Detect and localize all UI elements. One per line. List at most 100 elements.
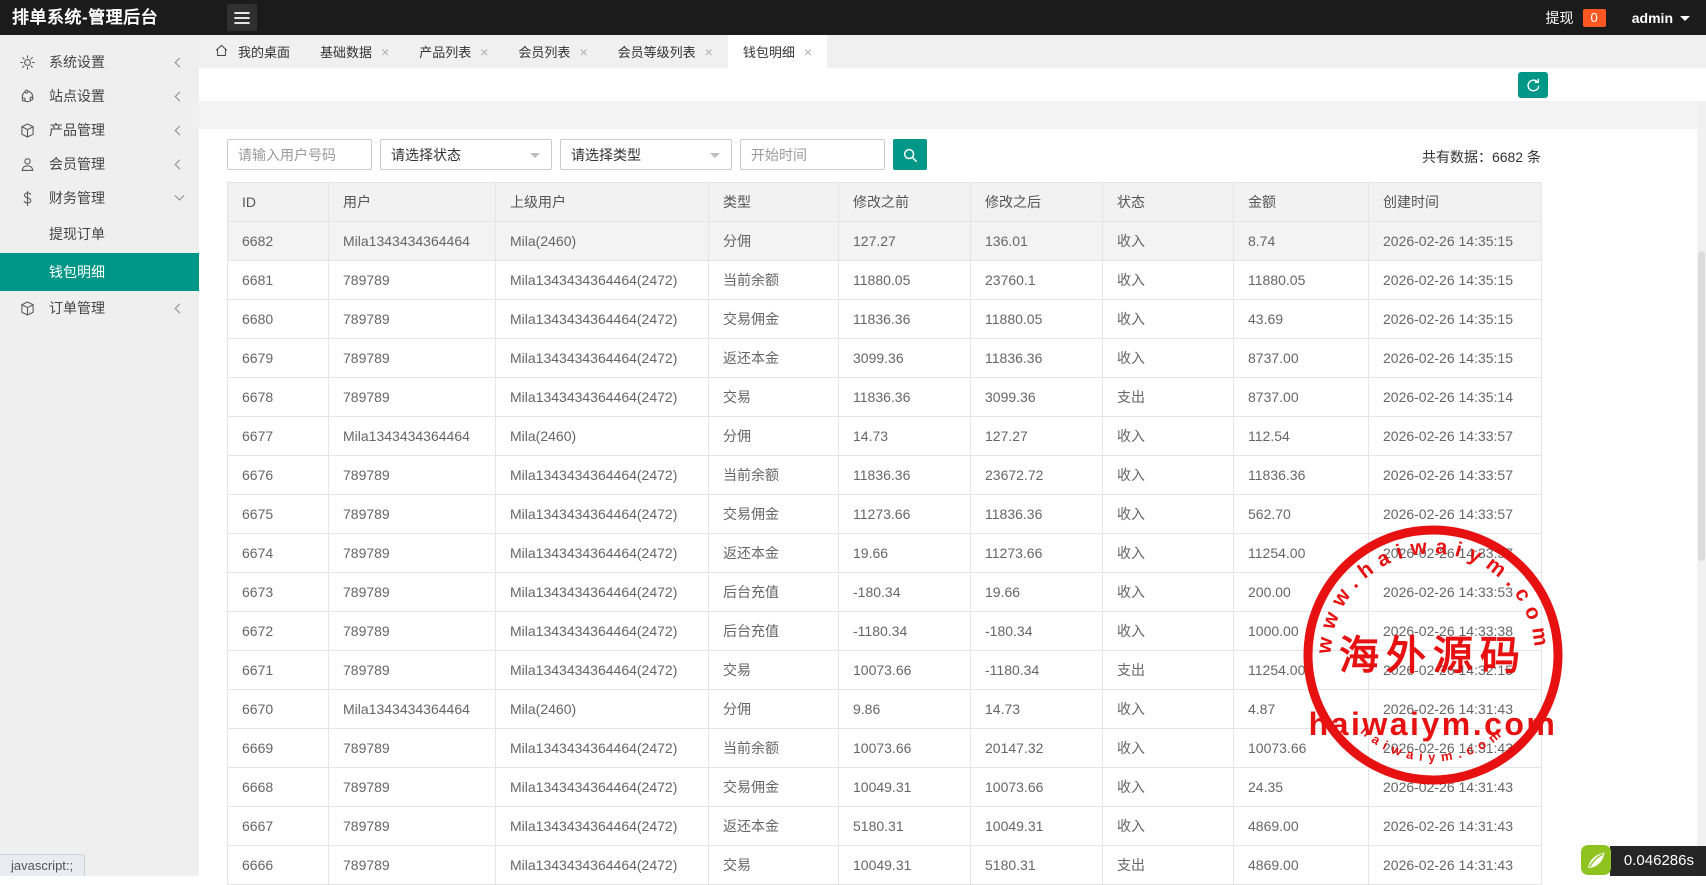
vertical-scrollbar-track[interactable]: [1697, 101, 1706, 876]
sidebar-item[interactable]: 系统设置: [0, 45, 199, 79]
table-cell: 6675: [228, 495, 329, 534]
sidebar-item-label: 订单管理: [49, 298, 176, 318]
table-cell: Mila1343434364464(2472): [496, 378, 709, 417]
toolbar: [199, 68, 1706, 101]
hamburger-icon: [234, 11, 250, 25]
gear-icon: [19, 54, 36, 71]
table-row[interactable]: 6670Mila1343434364464Mila(2460)分佣9.8614.…: [228, 690, 1542, 729]
table-row[interactable]: 6671789789Mila1343434364464(2472)交易10073…: [228, 651, 1542, 690]
app-title: 排单系统-管理后台: [12, 0, 158, 35]
table-row[interactable]: 6678789789Mila1343434364464(2472)交易11836…: [228, 378, 1542, 417]
tab-5[interactable]: 钱包明细×: [728, 35, 827, 68]
table-cell: 11880.05: [1234, 261, 1369, 300]
column-header: 上级用户: [496, 183, 709, 222]
table-row[interactable]: 6680789789Mila1343434364464(2472)交易佣金118…: [228, 300, 1542, 339]
sidebar-subitem[interactable]: 提现订单: [0, 215, 199, 253]
table-cell: 4869.00: [1234, 846, 1369, 885]
table-cell: 8.74: [1234, 222, 1369, 261]
table-cell: 当前余额: [709, 261, 839, 300]
tab-2[interactable]: 产品列表×: [404, 35, 503, 68]
sidebar-item-label: 财务管理: [49, 188, 176, 208]
table-row[interactable]: 6682Mila1343434364464Mila(2460)分佣127.271…: [228, 222, 1542, 261]
chevron-left-icon: [175, 125, 185, 135]
vertical-scrollbar-thumb[interactable]: [1698, 251, 1705, 561]
user-menu[interactable]: admin: [1632, 10, 1690, 26]
table-cell: 交易: [709, 846, 839, 885]
tab-4[interactable]: 会员等级列表×: [603, 35, 728, 68]
table-cell: 后台充值: [709, 612, 839, 651]
table-row[interactable]: 6676789789Mila1343434364464(2472)当前余额118…: [228, 456, 1542, 495]
table-row[interactable]: 6674789789Mila1343434364464(2472)返还本金19.…: [228, 534, 1542, 573]
table-row[interactable]: 6669789789Mila1343434364464(2472)当前余额100…: [228, 729, 1542, 768]
user-number-input[interactable]: [227, 139, 372, 170]
search-button[interactable]: [893, 139, 927, 170]
table-cell: 11836.36: [971, 495, 1103, 534]
sidebar-subitem-label: 提现订单: [49, 224, 105, 244]
menu-toggle-button[interactable]: [227, 4, 257, 31]
sidebar-subitem[interactable]: 钱包明细: [0, 253, 199, 291]
table-cell: 43.69: [1234, 300, 1369, 339]
table-cell: 789789: [329, 729, 496, 768]
close-tab-icon[interactable]: ×: [579, 45, 587, 59]
table-cell: Mila1343434364464(2472): [496, 495, 709, 534]
table-cell: 2026-02-26 14:33:38: [1369, 612, 1542, 651]
table-cell: 789789: [329, 573, 496, 612]
sidebar: 系统设置站点设置产品管理会员管理财务管理提现订单钱包明细订单管理: [0, 35, 199, 876]
table-cell: 11836.36: [839, 300, 971, 339]
table-cell: 789789: [329, 807, 496, 846]
table-row[interactable]: 6675789789Mila1343434364464(2472)交易佣金112…: [228, 495, 1542, 534]
sidebar-item[interactable]: 站点设置: [0, 79, 199, 113]
table-cell: 789789: [329, 339, 496, 378]
table-cell: 6680: [228, 300, 329, 339]
table-cell: 11273.66: [971, 534, 1103, 573]
table-row[interactable]: 6677Mila1343434364464Mila(2460)分佣14.7312…: [228, 417, 1542, 456]
order-icon: [19, 300, 36, 317]
table-row[interactable]: 6667789789Mila1343434364464(2472)返还本金518…: [228, 807, 1542, 846]
table-cell: 6671: [228, 651, 329, 690]
table-cell: 6676: [228, 456, 329, 495]
status-select[interactable]: 请选择状态: [380, 139, 552, 170]
close-tab-icon[interactable]: ×: [480, 45, 488, 59]
tab-label: 我的桌面: [238, 42, 290, 61]
sidebar-item[interactable]: 财务管理: [0, 181, 199, 215]
table-cell: 当前余额: [709, 729, 839, 768]
table-cell: 2026-02-26 14:31:43: [1369, 768, 1542, 807]
table-cell: 1000.00: [1234, 612, 1369, 651]
thinkphp-leaf-icon: [1580, 844, 1612, 876]
refresh-button[interactable]: [1518, 72, 1548, 98]
tab-desktop[interactable]: 我的桌面: [199, 35, 305, 68]
table-cell: 收入: [1103, 768, 1234, 807]
table-cell: Mila1343434364464(2472): [496, 456, 709, 495]
sidebar-item[interactable]: 订单管理: [0, 291, 199, 325]
table-cell: 11273.66: [839, 495, 971, 534]
table-cell: 返还本金: [709, 534, 839, 573]
table-row[interactable]: 6681789789Mila1343434364464(2472)当前余额118…: [228, 261, 1542, 300]
table-cell: 127.27: [839, 222, 971, 261]
table-cell: 789789: [329, 456, 496, 495]
chevron-down-icon: [710, 153, 720, 163]
refresh-icon: [1526, 78, 1541, 93]
type-select[interactable]: 请选择类型: [560, 139, 732, 170]
table-row[interactable]: 6679789789Mila1343434364464(2472)返还本金309…: [228, 339, 1542, 378]
table-cell: 6669: [228, 729, 329, 768]
table-cell: 11880.05: [839, 261, 971, 300]
table-row[interactable]: 6666789789Mila1343434364464(2472)交易10049…: [228, 846, 1542, 885]
table-row[interactable]: 6668789789Mila1343434364464(2472)交易佣金100…: [228, 768, 1542, 807]
table-cell: Mila1343434364464(2472): [496, 612, 709, 651]
table-cell: 4.87: [1234, 690, 1369, 729]
table-cell: Mila1343434364464(2472): [496, 300, 709, 339]
sidebar-item[interactable]: 产品管理: [0, 113, 199, 147]
table-cell: 收入: [1103, 807, 1234, 846]
table-cell: 11254.00: [1234, 534, 1369, 573]
tab-1[interactable]: 基础数据×: [305, 35, 404, 68]
sidebar-item[interactable]: 会员管理: [0, 147, 199, 181]
table-row[interactable]: 6673789789Mila1343434364464(2472)后台充值-18…: [228, 573, 1542, 612]
start-time-input[interactable]: [740, 139, 885, 170]
table-cell: 收入: [1103, 417, 1234, 456]
table-row[interactable]: 6672789789Mila1343434364464(2472)后台充值-11…: [228, 612, 1542, 651]
close-tab-icon[interactable]: ×: [804, 45, 812, 59]
withdraw-link[interactable]: 提现 0: [1546, 8, 1606, 28]
tab-3[interactable]: 会员列表×: [503, 35, 602, 68]
close-tab-icon[interactable]: ×: [705, 45, 713, 59]
close-tab-icon[interactable]: ×: [381, 45, 389, 59]
